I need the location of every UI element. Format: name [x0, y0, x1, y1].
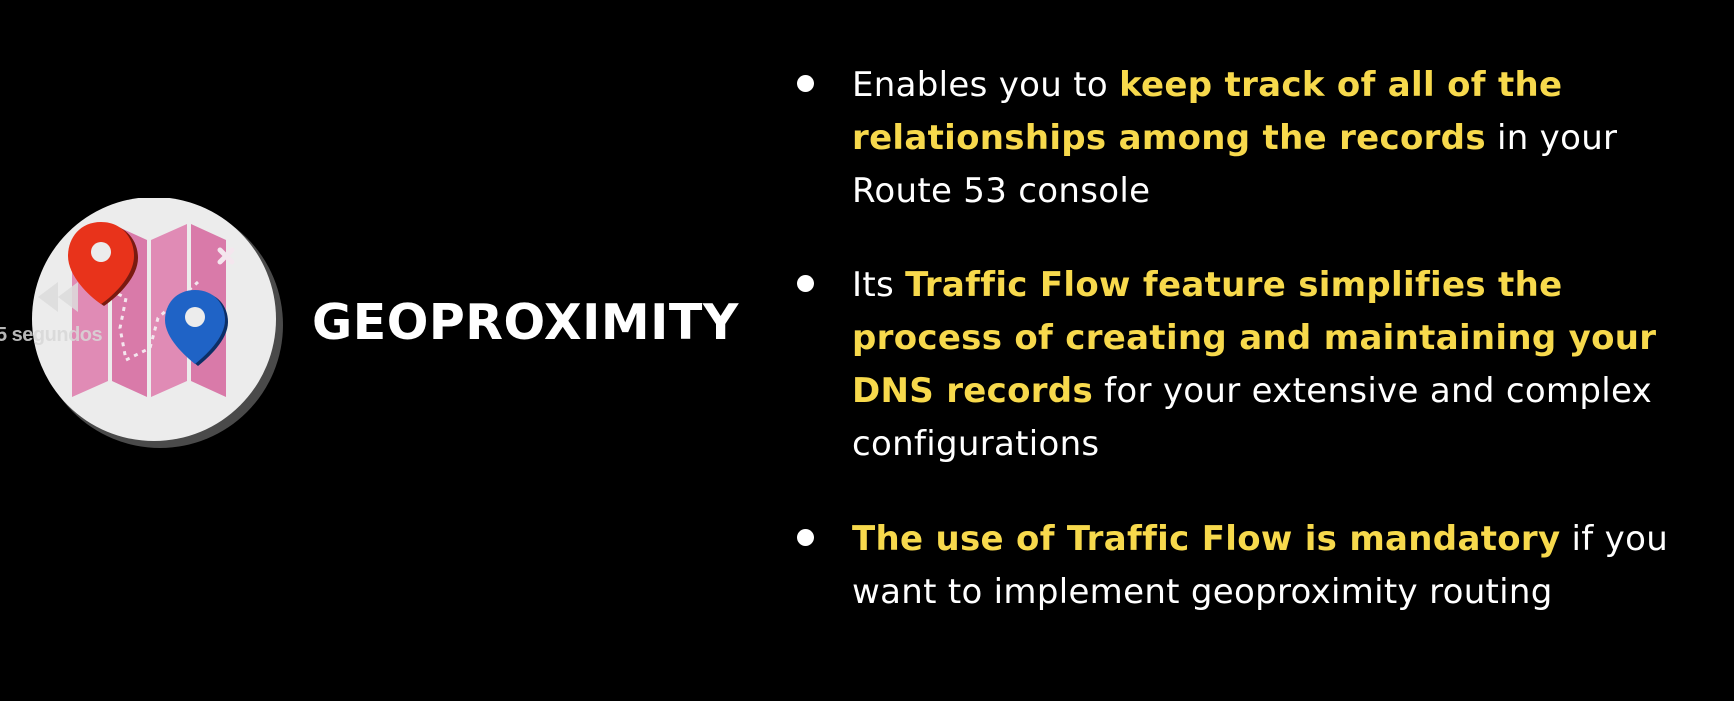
bullet-item: Enables you to keep track of all of the …: [797, 59, 1712, 218]
bullet-list: Enables you to keep track of all of the …: [0, 0, 1734, 701]
bullet-text: Its: [852, 265, 906, 305]
bullet-dot: [797, 275, 814, 292]
bullet-text: Enables you to: [852, 65, 1120, 105]
bullet-highlight: The use of Traffic Flow is mandatory: [852, 519, 1561, 559]
bullet-dot: [797, 529, 814, 546]
bullet-item: The use of Traffic Flow is mandatory if …: [797, 513, 1712, 619]
bullet-item: Its Traffic Flow feature simplifies the …: [797, 259, 1712, 471]
slide: 5 segundos GEOPROXIMITY Enables you to k…: [0, 0, 1734, 701]
bullet-dot: [797, 75, 814, 92]
